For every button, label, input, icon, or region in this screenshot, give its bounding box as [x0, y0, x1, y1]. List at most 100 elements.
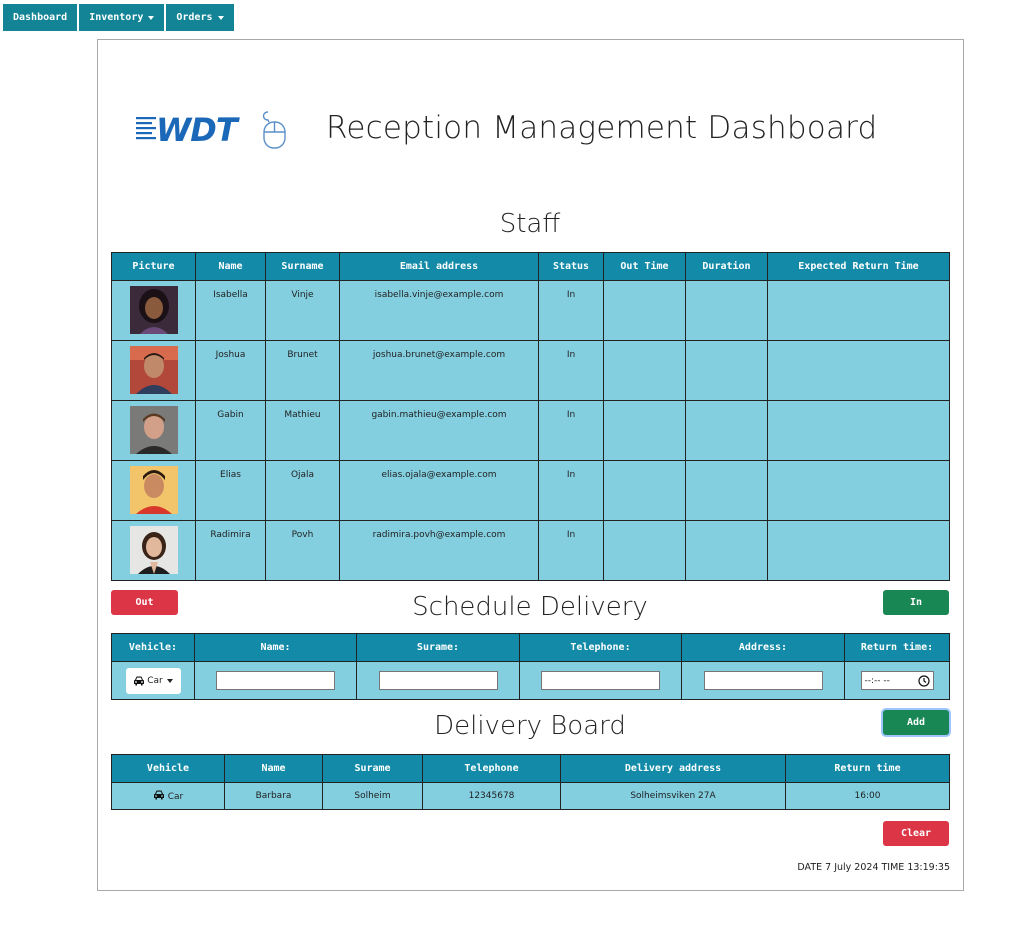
picture-cell	[111, 400, 196, 461]
duration-cell	[685, 280, 768, 341]
name-cell: Elias	[195, 460, 266, 521]
out-time-cell	[603, 520, 686, 581]
col-header-expected-return: Expected Return Time	[767, 252, 950, 281]
col-header-surname: Surame:	[356, 633, 520, 662]
table-row[interactable]: Gabin Mathieu gabin.mathieu@example.com …	[111, 400, 950, 461]
col-header-telephone: Telephone	[422, 754, 561, 783]
telephone-input[interactable]	[541, 671, 660, 690]
table-row[interactable]: Elias Ojala elias.ojala@example.com In	[111, 460, 950, 521]
table-row[interactable]: Joshua Brunet joshua.brunet@example.com …	[111, 340, 950, 401]
duration-cell	[685, 340, 768, 401]
col-header-delivery-address: Delivery address	[560, 754, 786, 783]
car-icon	[134, 676, 145, 685]
avatar	[129, 286, 178, 334]
nav-orders-label: Orders	[176, 12, 213, 23]
surname-cell: Vinje	[265, 280, 340, 341]
vehicle-cell: Car	[111, 782, 225, 810]
telephone-cell: 12345678	[422, 782, 561, 810]
nav-dashboard[interactable]: Dashboard	[3, 4, 78, 31]
email-cell: isabella.vinje@example.com	[339, 280, 539, 341]
clear-button[interactable]: Clear	[883, 821, 949, 846]
name-cell: Barbara	[224, 782, 323, 810]
table-row[interactable]: Car Barbara Solheim 12345678 Solheimsvik…	[111, 782, 950, 810]
status-cell: In	[538, 280, 604, 341]
name-cell: Radimira	[195, 520, 266, 581]
schedule-header-row: Vehicle: Name: Surame: Telephone: Addres…	[111, 633, 950, 662]
car-icon	[153, 790, 164, 800]
avatar	[129, 346, 178, 394]
return-time-cell: 16:00	[785, 782, 950, 810]
surname-cell: Brunet	[265, 340, 340, 401]
col-header-name: Name	[224, 754, 323, 783]
email-cell: gabin.mathieu@example.com	[339, 400, 539, 461]
col-header-name: Name:	[194, 633, 357, 662]
name-input[interactable]	[216, 671, 335, 690]
return-time-input-cell: --:-- --	[844, 661, 950, 700]
page-title: Reception Management Dashboard	[326, 110, 878, 146]
expected-return-cell	[767, 280, 950, 341]
status-cell: In	[538, 520, 604, 581]
picture-cell	[111, 520, 196, 581]
caret-down-icon	[217, 15, 224, 20]
delivery-board-title: Delivery Board	[434, 711, 626, 741]
avatar	[129, 466, 178, 514]
add-button[interactable]: Add	[883, 710, 949, 735]
nav-inventory-label: Inventory	[89, 12, 144, 23]
out-time-cell	[603, 280, 686, 341]
staff-table: Picture Name Surname Email address Statu…	[111, 252, 950, 581]
name-cell: Isabella	[195, 280, 266, 341]
col-header-return-time: Return time:	[844, 633, 950, 662]
duration-cell	[685, 520, 768, 581]
nav-inventory-dropdown[interactable]: Inventory	[79, 4, 165, 31]
schedule-table: Vehicle: Name: Surame: Telephone: Addres…	[111, 633, 950, 700]
vehicle-cell: Car	[111, 661, 195, 700]
return-time-input[interactable]: --:-- --	[860, 671, 934, 690]
surname-cell: Mathieu	[265, 400, 340, 461]
address-cell: Solheimsviken 27A	[560, 782, 786, 810]
surname-cell: Povh	[265, 520, 340, 581]
caret-down-icon	[166, 678, 173, 683]
col-header-return-time: Return time	[785, 754, 950, 783]
table-row[interactable]: Radimira Povh radimira.povh@example.com …	[111, 520, 950, 581]
surname-cell: Ojala	[265, 460, 340, 521]
vehicle-dropdown[interactable]: Car	[125, 667, 181, 694]
vehicle-label: Car	[167, 792, 184, 802]
status-cell: In	[538, 400, 604, 461]
avatar	[129, 406, 178, 454]
picture-cell	[111, 460, 196, 521]
clock-icon[interactable]	[917, 674, 930, 687]
schedule-input-row: Car --:-- --	[111, 661, 950, 700]
vehicle-selected-label: Car	[147, 675, 163, 686]
name-cell: Joshua	[195, 340, 266, 401]
logo-text: WDT	[156, 111, 240, 149]
nav-orders-dropdown[interactable]: Orders	[166, 4, 234, 31]
email-cell: radimira.povh@example.com	[339, 520, 539, 581]
surname-cell: Solheim	[322, 782, 423, 810]
duration-cell	[685, 400, 768, 461]
delivery-board-table: Vehicle Name Surame Telephone Delivery a…	[111, 754, 950, 810]
return-time-placeholder: --:-- --	[864, 675, 890, 686]
caret-down-icon	[148, 15, 155, 20]
table-row[interactable]: Isabella Vinje isabella.vinje@example.co…	[111, 280, 950, 341]
status-cell: In	[538, 340, 604, 401]
col-header-duration: Duration	[685, 252, 768, 281]
col-header-surname: Surame	[322, 754, 423, 783]
col-header-status: Status	[538, 252, 604, 281]
expected-return-cell	[767, 340, 950, 401]
wdt-logo: WDT	[136, 111, 286, 149]
out-time-cell	[603, 460, 686, 521]
expected-return-cell	[767, 460, 950, 521]
out-time-cell	[603, 340, 686, 401]
address-input[interactable]	[703, 671, 823, 690]
picture-cell	[111, 280, 196, 341]
name-cell: Gabin	[195, 400, 266, 461]
avatar	[129, 526, 178, 574]
col-header-out-time: Out Time	[603, 252, 686, 281]
duration-cell	[685, 460, 768, 521]
schedule-section-title: Schedule Delivery	[412, 592, 648, 622]
col-header-surname: Surname	[265, 252, 340, 281]
col-header-telephone: Telephone:	[519, 633, 682, 662]
status-cell: In	[538, 460, 604, 521]
surname-input[interactable]	[378, 671, 498, 690]
email-cell: elias.ojala@example.com	[339, 460, 539, 521]
